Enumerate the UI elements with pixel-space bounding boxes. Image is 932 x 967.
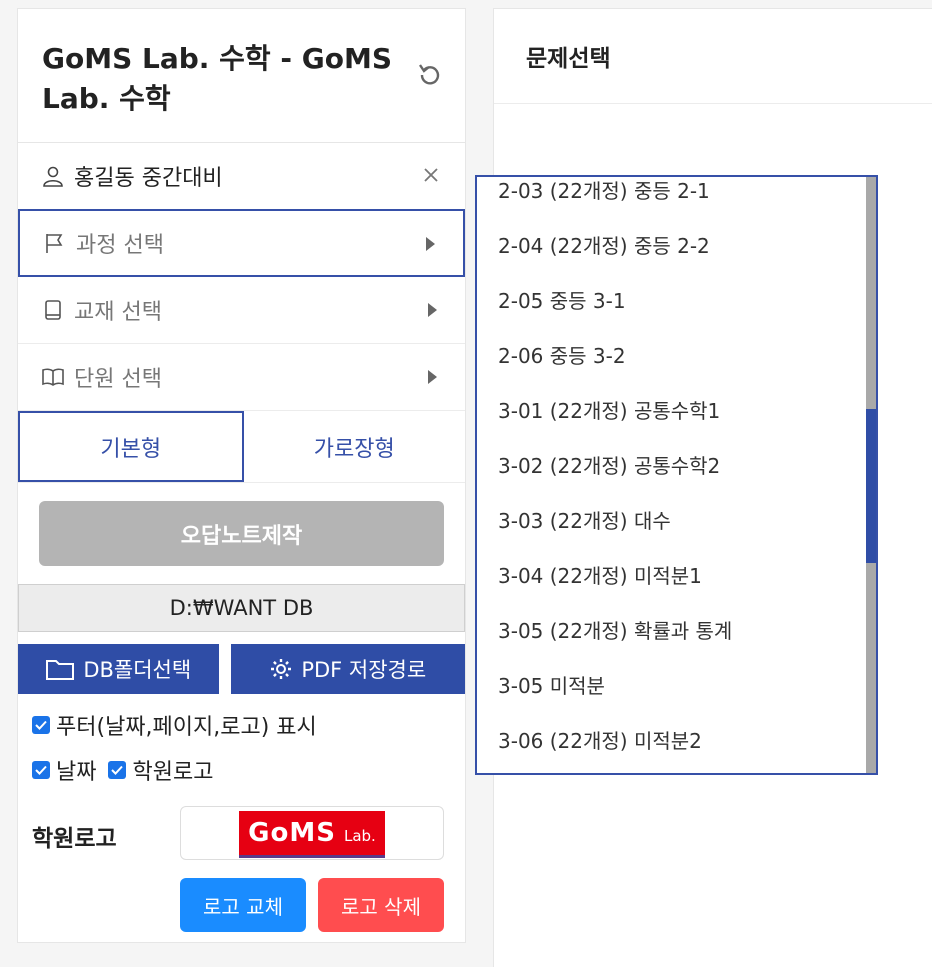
dropdown-item[interactable]: 2-04 (22개정) 중등 2-2 <box>477 217 865 272</box>
dropdown-item[interactable]: 3-04 (22개정) 미적분1 <box>477 547 865 602</box>
dropdown-list: 2-03 (22개정) 중등 2-1 2-04 (22개정) 중등 2-2 2-05… <box>477 177 865 767</box>
dropdown-item[interactable]: 3-06 (22개정) 미적분2 <box>477 712 865 767</box>
tab-landscape[interactable]: 가로장형 <box>244 411 466 482</box>
book-icon <box>42 299 64 321</box>
pdf-path-button[interactable]: PDF 저장경로 <box>230 644 465 694</box>
dropdown-item[interactable]: 2-05 중등 3-1 <box>477 272 865 327</box>
sidebar-panel: GoMS Lab. 수학 - GoMS Lab. 수학 홍길동 중간대비 과정 … <box>17 8 466 943</box>
gear-icon <box>271 659 292 679</box>
dropdown-item[interactable]: 2-06 중등 3-2 <box>477 327 865 382</box>
date-checkbox[interactable]: 날짜 <box>32 754 96 786</box>
date-checkbox-label: 날짜 <box>56 760 97 785</box>
footer-checkbox[interactable]: 푸터(날짜,페이지,로고) 표시 <box>32 709 317 741</box>
problem-select-header: 문제선택 <box>494 9 932 104</box>
db-path-display: D:₩WANT DB <box>18 584 465 632</box>
replace-logo-button[interactable]: 로고 교체 <box>180 878 306 932</box>
academy-logo-label: 학원로고 <box>32 826 117 852</box>
close-icon[interactable] <box>421 165 441 185</box>
course-dropdown[interactable]: 2-03 (22개정) 중등 2-1 2-04 (22개정) 중등 2-2 2-05… <box>475 175 878 775</box>
flag-icon <box>44 232 66 254</box>
caret-right-icon <box>428 303 437 317</box>
refresh-icon[interactable] <box>417 61 443 87</box>
dropdown-item[interactable]: 3-01 (22개정) 공통수학1 <box>477 382 865 437</box>
db-folder-label: DB폴더선택 <box>83 658 192 682</box>
checkbox-icon[interactable] <box>32 716 50 734</box>
unit-select[interactable]: 단원 선택 <box>18 344 465 411</box>
folder-buttons: DB폴더선택 PDF 저장경로 <box>18 644 465 694</box>
book-select[interactable]: 교재 선택 <box>18 277 465 344</box>
dropdown-item[interactable]: 3-05 미적분 <box>477 657 865 712</box>
book-select-label: 교재 선택 <box>74 300 162 325</box>
dropdown-item[interactable]: 3-05 (22개정) 확률과 통계 <box>477 602 865 657</box>
user-row[interactable]: 홍길동 중간대비 <box>18 143 465 210</box>
page-title: GoMS Lab. 수학 - GoMS Lab. 수학 <box>42 42 393 115</box>
footer-checkbox-label: 푸터(날짜,페이지,로고) 표시 <box>56 715 317 740</box>
academy-logo: GoMS Lab. <box>239 811 385 855</box>
title-section: GoMS Lab. 수학 - GoMS Lab. 수학 <box>18 9 465 143</box>
layout-tabs: 기본형 가로장형 <box>18 411 465 483</box>
make-note-button[interactable]: 오답노트제작 <box>39 501 444 566</box>
unit-select-label: 단원 선택 <box>74 367 162 392</box>
open-book-icon <box>42 366 64 388</box>
course-select-label: 과정 선택 <box>76 233 164 258</box>
folder-icon <box>46 660 75 680</box>
dropdown-item[interactable]: 3-03 (22개정) 대수 <box>477 492 865 547</box>
logo-text-sub: Lab. <box>343 827 376 845</box>
checkbox-icon[interactable] <box>32 761 50 779</box>
user-icon <box>42 165 64 187</box>
course-select[interactable]: 과정 선택 <box>18 209 465 277</box>
logo-checkbox-label: 학원로고 <box>132 760 214 785</box>
caret-right-icon <box>428 370 437 384</box>
tab-basic[interactable]: 기본형 <box>18 411 244 482</box>
logo-text-main: GoMS <box>248 818 336 848</box>
footer-options: 날짜 학원로고 <box>32 754 213 786</box>
dropdown-item[interactable]: 3-02 (22개정) 공통수학2 <box>477 437 865 492</box>
logo-preview: GoMS Lab. <box>180 806 444 860</box>
scrollbar-thumb[interactable] <box>866 409 876 563</box>
user-label: 홍길동 중간대비 <box>74 166 223 191</box>
delete-logo-button[interactable]: 로고 삭제 <box>318 878 444 932</box>
pdf-path-label: PDF 저장경로 <box>301 658 427 682</box>
dropdown-item[interactable]: 2-03 (22개정) 중등 2-1 <box>477 177 865 217</box>
checkbox-icon[interactable] <box>108 761 127 779</box>
caret-right-icon <box>426 237 435 251</box>
db-folder-button[interactable]: DB폴더선택 <box>18 644 219 694</box>
logo-checkbox[interactable]: 학원로고 <box>108 754 213 786</box>
